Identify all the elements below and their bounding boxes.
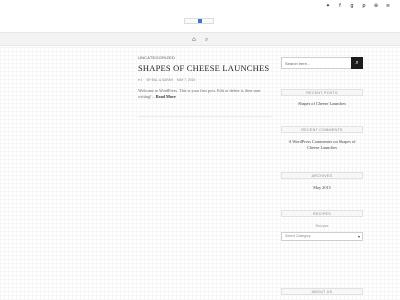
- post-date: MAY 7, 2015: [176, 78, 196, 82]
- recent-posts-title: RECENT POSTS: [281, 89, 363, 96]
- search-field[interactable]: Search here... ⌕: [281, 57, 363, 69]
- read-more-link[interactable]: Read More: [156, 94, 176, 99]
- select-value: Select Category: [285, 234, 311, 238]
- archives-title: ARCHIVES: [281, 172, 363, 179]
- post-category[interactable]: UNCATEGORIZED: [138, 55, 272, 60]
- pinterest-icon[interactable]: p: [361, 3, 367, 9]
- googleplus-icon[interactable]: g: [349, 3, 355, 9]
- recipes-select[interactable]: Select Category ▾: [281, 232, 363, 241]
- post-author[interactable]: BY BILL & SARAH: [147, 78, 173, 82]
- recipes-label: Recipes: [315, 224, 329, 228]
- post-divider: [138, 116, 272, 117]
- about-us-title: ABOUT US: [281, 288, 363, 295]
- rss-icon[interactable]: ≋: [385, 3, 391, 9]
- search-icon[interactable]: ⌕: [205, 36, 208, 44]
- recipes-title: RECIPES: [281, 210, 363, 217]
- search-button[interactable]: ⌕: [351, 57, 363, 69]
- recent-comment-link[interactable]: A WordPress Commenter on Shapes of Chees…: [281, 139, 363, 151]
- twitter-icon[interactable]: ✦: [325, 3, 331, 9]
- post-card: UNCATEGORIZED SHAPES OF CHEESE LAUNCHES …: [138, 55, 272, 100]
- post-excerpt: Welcome to WordPress. This is your first…: [138, 88, 272, 100]
- recent-comments-title: RECENT COMMENTS: [281, 126, 363, 133]
- search-widget: Search here... ⌕: [281, 57, 363, 69]
- search-input[interactable]: Search here...: [285, 61, 310, 66]
- social-links: ✦ f g p ⊛ ≋: [325, 3, 391, 9]
- site-logo[interactable]: [184, 18, 214, 24]
- nav-bar: ⌂ ⌕: [0, 32, 400, 46]
- dribbble-icon[interactable]: ⊛: [373, 3, 379, 9]
- post-title[interactable]: SHAPES OF CHEESE LAUNCHES: [138, 64, 272, 73]
- likes-count[interactable]: ♥ 1: [138, 78, 143, 82]
- recent-post-link[interactable]: Shapes of Cheese Launches: [281, 101, 363, 107]
- cart-icon[interactable]: ⌂: [192, 36, 196, 43]
- post-meta: ♥ 1 BY BILL & SARAH MAY 7, 2015: [138, 78, 272, 82]
- chevron-down-icon: ▾: [357, 234, 360, 239]
- top-bar: ✦ f g p ⊛ ≋: [0, 0, 400, 12]
- logo-mark: [198, 19, 202, 23]
- facebook-icon[interactable]: f: [337, 3, 343, 9]
- archive-link[interactable]: May 2015: [281, 185, 363, 191]
